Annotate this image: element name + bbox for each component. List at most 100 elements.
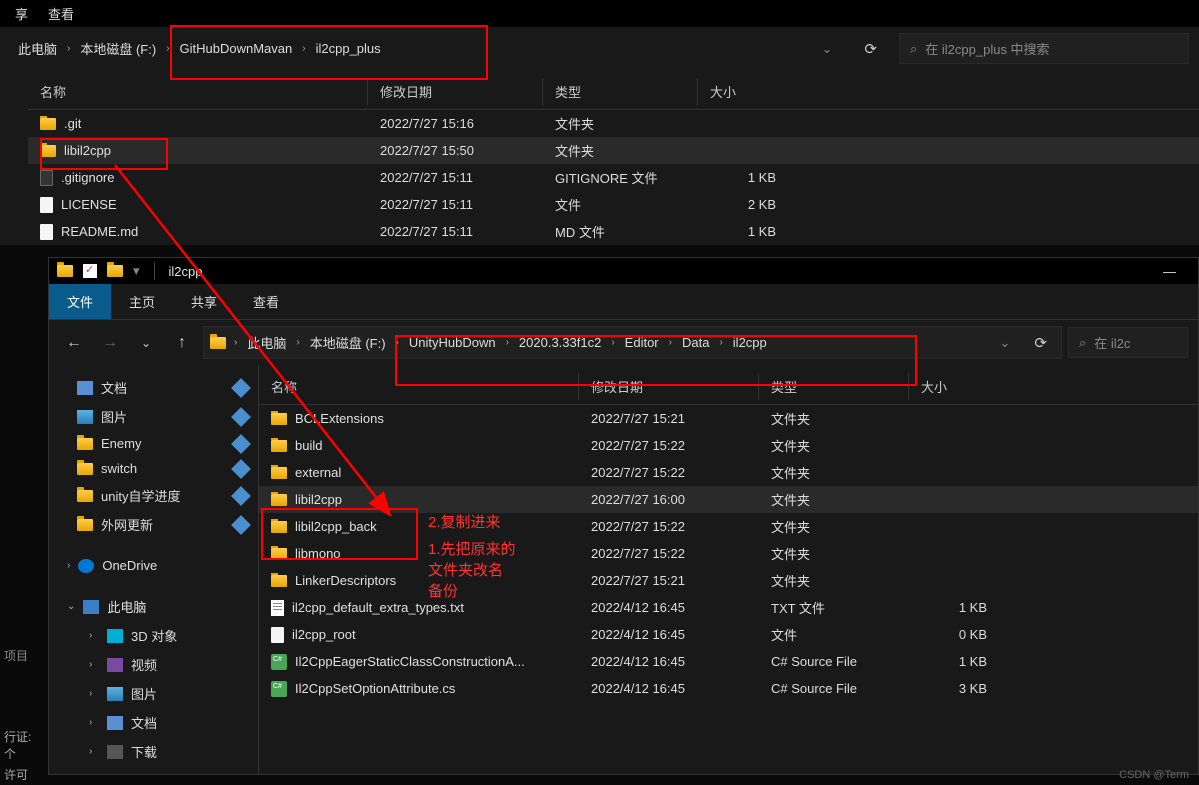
sidebar-item[interactable]: ›图片 [49, 679, 258, 708]
file-type: 文件夹 [759, 544, 909, 563]
file-name: external [259, 465, 579, 480]
refresh-icon[interactable]: ⟳ [1020, 334, 1061, 352]
search-icon: ⌕ [910, 41, 917, 57]
sidebar-item[interactable]: unity自学进度 [49, 481, 258, 510]
file-size: 2 KB [698, 197, 788, 212]
crumb2-6[interactable]: il2cpp [725, 329, 775, 356]
table-row[interactable]: external2022/7/27 15:22文件夹 [259, 459, 1198, 486]
file-size: 1 KB [698, 224, 788, 239]
file-type: C# Source File [759, 681, 909, 696]
tab-home[interactable]: 主页 [111, 284, 173, 319]
sidebar-item[interactable]: switch [49, 456, 258, 481]
crumb2-4[interactable]: Editor [617, 329, 667, 356]
tab-file[interactable]: 文件 [49, 284, 111, 319]
table-row[interactable]: libil2cpp2022/7/27 16:00文件夹 [259, 486, 1198, 513]
menu-view[interactable]: 查看 [48, 4, 74, 23]
table-row[interactable]: il2cpp_root2022/4/12 16:45文件0 KB [259, 621, 1198, 648]
crumb-folder1[interactable]: GitHubDownMavan [172, 35, 301, 62]
sidebar-item[interactable]: ›3D 对象 [49, 621, 258, 650]
back-icon[interactable]: ← [59, 334, 89, 352]
col-type[interactable]: 类型 [543, 78, 698, 105]
col-date[interactable]: 修改日期 [579, 373, 759, 400]
crumb2-0[interactable]: 此电脑 [239, 327, 294, 358]
table-row[interactable]: il2cpp_default_extra_types.txt2022/4/12 … [259, 594, 1198, 621]
file-date: 2022/7/27 15:11 [368, 197, 543, 212]
file-name: libil2cpp_back [259, 519, 579, 534]
file-name: libil2cpp [259, 492, 579, 507]
file-date: 2022/7/27 16:00 [579, 492, 759, 507]
table-row[interactable]: Il2CppEagerStaticClassConstructionA...20… [259, 648, 1198, 675]
crumb-pc[interactable]: 此电脑 [10, 33, 65, 64]
pin-icon [231, 486, 251, 506]
table-row[interactable]: build2022/7/27 15:22文件夹 [259, 432, 1198, 459]
table-row[interactable]: Il2CppSetOptionAttribute.cs2022/4/12 16:… [259, 675, 1198, 702]
sidebar-item[interactable]: 外网更新 [49, 510, 258, 539]
col-size[interactable]: 大小 [698, 78, 788, 105]
crumb-folder2[interactable]: il2cpp_plus [308, 35, 389, 62]
table-row[interactable]: LinkerDescriptors2022/7/27 15:21文件夹 [259, 567, 1198, 594]
minimize-icon[interactable]: — [1149, 264, 1190, 279]
crumb2-3[interactable]: 2020.3.33f1c2 [511, 329, 609, 356]
sidebar-group[interactable]: ⌄此电脑 [49, 592, 258, 621]
search-input[interactable]: ⌕ 在 il2cpp_plus 中搜索 [899, 33, 1189, 64]
col-date[interactable]: 修改日期 [368, 78, 543, 105]
tab-view[interactable]: 查看 [235, 284, 297, 319]
col-type[interactable]: 类型 [759, 373, 909, 400]
table-row[interactable]: libmono2022/7/27 15:22文件夹 [259, 540, 1198, 567]
file-name: Il2CppSetOptionAttribute.cs [259, 681, 579, 697]
table-row[interactable]: .gitignore2022/7/27 15:11GITIGNORE 文件1 K… [28, 164, 1199, 191]
file-date: 2022/4/12 16:45 [579, 654, 759, 669]
sidebar-group[interactable]: ›OneDrive [49, 553, 258, 578]
sidebar-item[interactable]: 图片 [49, 402, 258, 431]
chevron-down-icon[interactable]: ⌄ [990, 335, 1021, 351]
column-headers-2: 名称 修改日期 类型 大小 [259, 365, 1198, 405]
table-row[interactable]: BCLExtensions2022/7/27 15:21文件夹 [259, 405, 1198, 432]
sidebar-item[interactable]: Enemy [49, 431, 258, 456]
address-bar-row-2: ← → ⌄ ↑ › 此电脑› 本地磁盘 (F:)› UnityHubDown› … [49, 320, 1198, 365]
folder-icon [210, 337, 226, 349]
search-input-2[interactable]: ⌕ 在 il2c [1068, 327, 1188, 358]
chevron-right-icon: › [89, 746, 99, 757]
search-placeholder: 在 il2cpp_plus 中搜索 [925, 39, 1049, 58]
menu-share[interactable]: 享 [15, 4, 28, 23]
refresh-icon[interactable]: ⟳ [850, 40, 891, 58]
table-row[interactable]: libil2cpp2022/7/27 15:50文件夹 [28, 137, 1199, 164]
file-type: 文件 [759, 625, 909, 644]
checkbox-icon[interactable]: ✓ [83, 264, 97, 278]
file-name: libmono [259, 546, 579, 561]
crumb2-1[interactable]: 本地磁盘 (F:) [302, 327, 394, 358]
file-type: 文件夹 [759, 436, 909, 455]
forward-icon[interactable]: → [95, 334, 125, 352]
file-date: 2022/4/12 16:45 [579, 681, 759, 696]
sidebar-item[interactable]: ›文档 [49, 708, 258, 737]
table-row[interactable]: libil2cpp_back2022/7/27 15:22文件夹 [259, 513, 1198, 540]
tab-share[interactable]: 共享 [173, 284, 235, 319]
up-icon[interactable]: ↑ [167, 334, 197, 352]
file-name: .gitignore [28, 170, 368, 186]
col-name[interactable]: 名称 [259, 373, 579, 400]
table-row[interactable]: README.md2022/7/27 15:11MD 文件1 KB [28, 218, 1199, 245]
pin-icon [231, 378, 251, 398]
table-row[interactable]: LICENSE2022/7/27 15:11文件2 KB [28, 191, 1199, 218]
address-bar-row: 此电脑› 本地磁盘 (F:)› GitHubDownMavan› il2cpp_… [0, 27, 1199, 70]
sidebar-item[interactable]: ›视频 [49, 650, 258, 679]
folder-icon [57, 265, 73, 277]
chevron-down-icon[interactable]: ⌄ [812, 41, 843, 57]
table-row[interactable]: .git2022/7/27 15:16文件夹 [28, 110, 1199, 137]
crumb2-2[interactable]: UnityHubDown [401, 329, 504, 356]
file-name: README.md [28, 224, 368, 240]
col-name[interactable]: 名称 [28, 78, 368, 105]
sidebar-item[interactable]: 文档 [49, 373, 258, 402]
crumb-drive[interactable]: 本地磁盘 (F:) [72, 33, 164, 64]
chevron-right-icon: › [300, 43, 307, 54]
file-date: 2022/7/27 15:50 [368, 143, 543, 158]
file-type: GITIGNORE 文件 [543, 168, 698, 187]
file-type: C# Source File [759, 654, 909, 669]
breadcrumb-2: › 此电脑› 本地磁盘 (F:)› UnityHubDown› 2020.3.3… [203, 326, 1062, 359]
file-date: 2022/7/27 15:22 [579, 519, 759, 534]
file-list-bottom: BCLExtensions2022/7/27 15:21文件夹build2022… [259, 405, 1198, 702]
sidebar-item[interactable]: ›下载 [49, 737, 258, 766]
col-size[interactable]: 大小 [909, 373, 999, 400]
crumb2-5[interactable]: Data [674, 329, 717, 356]
chevron-down-icon[interactable]: ⌄ [131, 336, 161, 350]
